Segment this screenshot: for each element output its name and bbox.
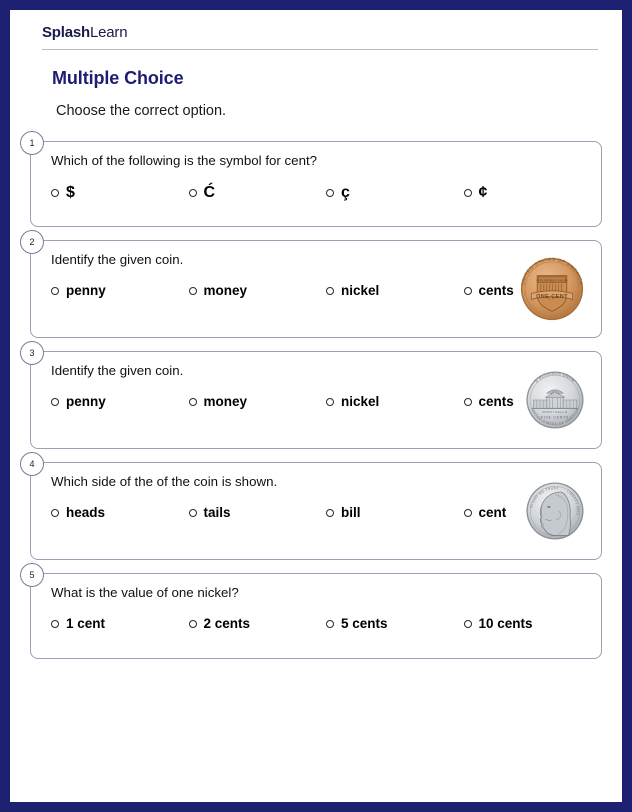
option-4a[interactable]: heads xyxy=(51,505,189,520)
page-title: Multiple Choice xyxy=(52,68,184,88)
option-1a[interactable]: $ xyxy=(51,184,189,202)
question-card-1: 1 Which of the following is the symbol f… xyxy=(20,131,602,227)
radio-icon[interactable] xyxy=(51,286,59,295)
option-label: 1 cent xyxy=(66,616,106,631)
radio-icon[interactable] xyxy=(326,619,334,628)
option-label: $ xyxy=(66,184,75,201)
option-label: heads xyxy=(66,505,106,520)
logo-light-part: Learn xyxy=(89,24,128,41)
radio-icon[interactable] xyxy=(188,397,197,406)
radio-icon[interactable] xyxy=(188,286,197,295)
option-3a[interactable]: penny xyxy=(51,394,189,409)
option-1c[interactable]: ç xyxy=(326,184,464,202)
option-4b[interactable]: tails xyxy=(188,505,327,520)
question-card-4: 4 Which side of the of the coin is shown… xyxy=(20,452,602,560)
option-label: cents xyxy=(478,394,514,409)
options-row: $ Ć ç ¢ xyxy=(31,168,601,216)
option-label: tails xyxy=(203,505,231,520)
option-4c[interactable]: bill xyxy=(326,505,464,520)
option-4d[interactable]: cent xyxy=(463,505,602,520)
radio-icon[interactable] xyxy=(463,397,472,406)
option-label: 10 cents xyxy=(478,616,533,631)
option-5d[interactable]: 10 cents xyxy=(463,616,602,631)
option-label: nickel xyxy=(341,283,380,298)
options-row: heads tails bill cent xyxy=(31,489,601,534)
worksheet-page: SplashLearn Multiple Choice Choose the c… xyxy=(10,10,622,802)
option-5c[interactable]: 5 cents xyxy=(326,616,464,631)
radio-icon[interactable] xyxy=(463,619,472,628)
radio-icon[interactable] xyxy=(326,397,334,406)
option-label: penny xyxy=(66,394,106,409)
option-label: bill xyxy=(341,505,361,520)
radio-icon[interactable] xyxy=(326,189,334,197)
radio-icon[interactable] xyxy=(51,619,59,628)
radio-icon[interactable] xyxy=(326,508,334,517)
radio-icon[interactable] xyxy=(188,619,197,628)
option-label: money xyxy=(203,394,248,409)
option-label: ¢ xyxy=(478,184,488,201)
option-2b[interactable]: money xyxy=(188,283,327,298)
option-1d[interactable]: ¢ xyxy=(463,184,602,202)
radio-icon[interactable] xyxy=(188,189,197,197)
option-2d[interactable]: cents xyxy=(463,283,602,298)
question-text: Which of the following is the symbol for… xyxy=(51,153,318,168)
option-label: nickel xyxy=(341,394,380,409)
option-label: penny xyxy=(66,283,106,298)
option-label: cents xyxy=(478,283,514,298)
option-3c[interactable]: nickel xyxy=(326,394,464,409)
options-row: penny money nickel cents xyxy=(31,267,601,312)
option-label: 2 cents xyxy=(203,616,251,631)
question-text: Identify the given coin. xyxy=(51,252,184,267)
radio-icon[interactable] xyxy=(51,189,59,197)
option-1b[interactable]: Ć xyxy=(188,184,327,202)
question-card-2: 2 Identify the given coin. penny money n… xyxy=(20,230,602,338)
option-5b[interactable]: 2 cents xyxy=(188,616,327,631)
logo-bold-part: Splash xyxy=(42,24,90,41)
option-label: cent xyxy=(478,505,507,520)
option-label: 5 cents xyxy=(341,616,388,631)
question-number-badge: 2 xyxy=(20,230,44,254)
radio-icon[interactable] xyxy=(51,397,59,406)
radio-icon[interactable] xyxy=(463,189,472,197)
radio-icon[interactable] xyxy=(463,286,472,295)
page-subtitle: Choose the correct option. xyxy=(56,103,227,119)
question-number-badge: 5 xyxy=(20,563,44,587)
worksheet-header: SplashLearn xyxy=(10,10,622,41)
splashlearn-logo: SplashLearn xyxy=(42,24,600,41)
option-3d[interactable]: cents xyxy=(463,394,602,409)
option-label: ç xyxy=(341,184,350,201)
option-label: Ć xyxy=(203,184,216,201)
option-2c[interactable]: nickel xyxy=(326,283,464,298)
question-number-badge: 4 xyxy=(20,452,44,476)
options-row: 1 cent 2 cents 5 cents 10 cents xyxy=(31,600,601,645)
option-5a[interactable]: 1 cent xyxy=(51,616,189,631)
questions-list: 1 Which of the following is the symbol f… xyxy=(10,131,622,659)
radio-icon[interactable] xyxy=(51,508,59,517)
option-2a[interactable]: penny xyxy=(51,283,189,298)
question-text: What is the value of one nickel? xyxy=(51,585,239,600)
radio-icon[interactable] xyxy=(463,508,472,517)
options-row: penny money nickel cents xyxy=(31,378,601,423)
header-divider xyxy=(42,49,598,50)
option-label: money xyxy=(203,283,248,298)
question-card-5: 5 What is the value of one nickel? 1 cen… xyxy=(20,563,602,659)
question-card-3: 3 Identify the given coin. penny money n… xyxy=(20,341,602,449)
radio-icon[interactable] xyxy=(188,508,197,517)
question-number-badge: 3 xyxy=(20,341,44,365)
question-text: Identify the given coin. xyxy=(51,363,184,378)
radio-icon[interactable] xyxy=(326,286,334,295)
question-text: Which side of the of the coin is shown. xyxy=(51,474,278,489)
option-3b[interactable]: money xyxy=(188,394,327,409)
question-number-badge: 1 xyxy=(20,131,44,155)
